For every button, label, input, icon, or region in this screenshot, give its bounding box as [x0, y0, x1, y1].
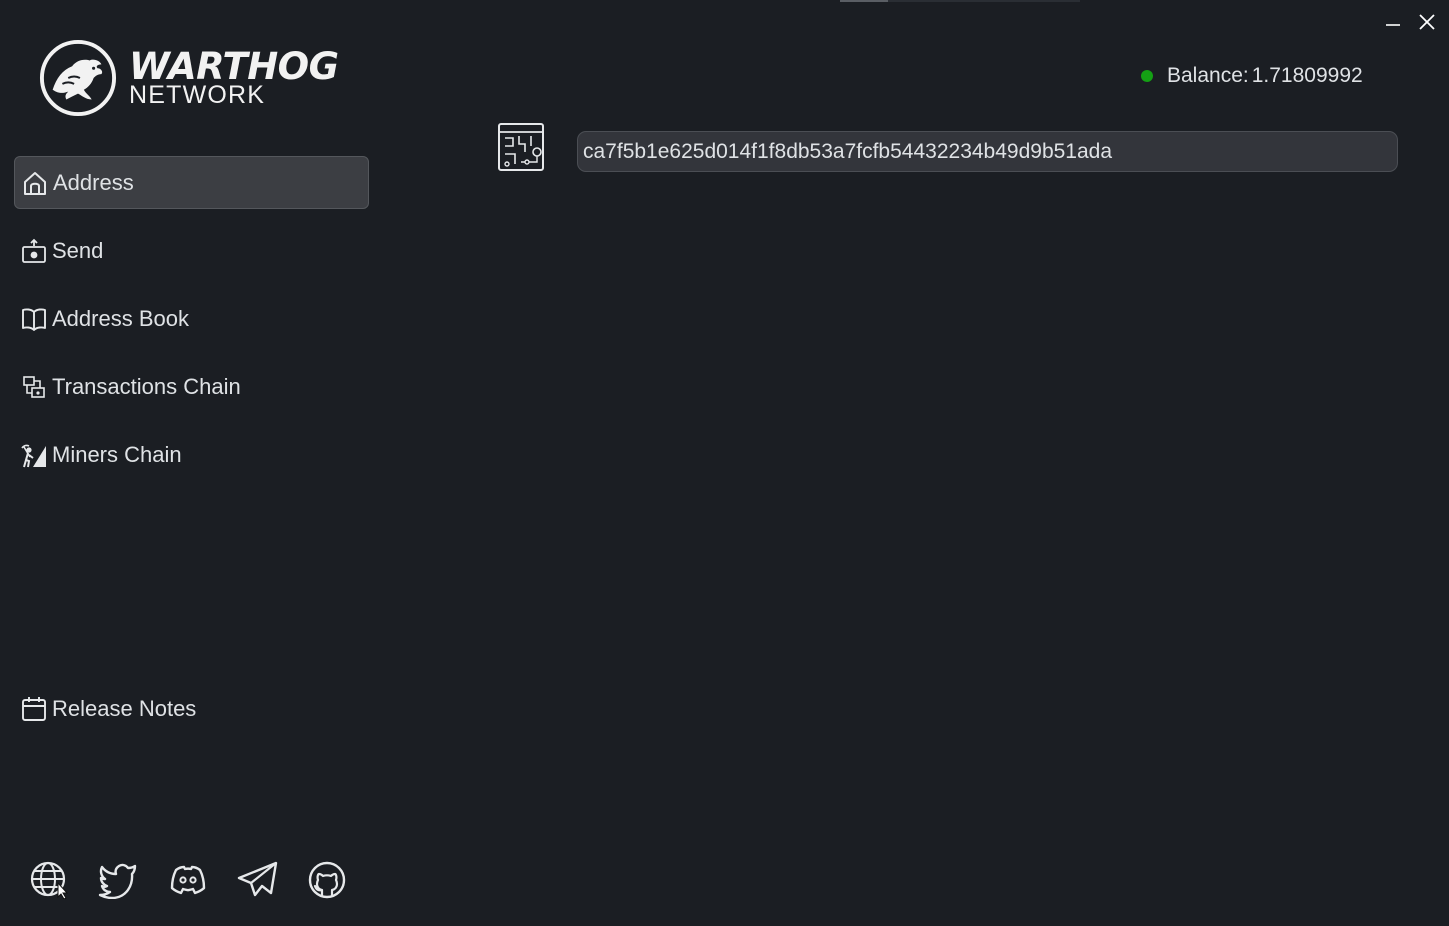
sidebar-item-label: Send: [52, 237, 104, 263]
logo-title: WARTHOG: [129, 45, 339, 88]
sidebar-item-miners-chain[interactable]: Miners Chain: [14, 428, 369, 481]
top-edge-marker: [840, 0, 888, 2]
twitter-icon: [98, 863, 137, 899]
send-money-icon: [21, 238, 47, 264]
warthog-logo-icon: [39, 39, 117, 117]
discord-link[interactable]: [167, 858, 209, 900]
sidebar-item-label: Address Book: [52, 305, 189, 331]
address-value: ca7f5b1e625d014f1f8db53a7fcfb54432234b49…: [583, 139, 1113, 163]
transactions-chain-icon: [21, 374, 47, 400]
close-icon: [1419, 14, 1435, 30]
circuit-chip-icon: [497, 122, 547, 172]
balance-value: 1.71809992: [1251, 64, 1363, 87]
minimize-icon: [1386, 24, 1400, 26]
home-icon: [22, 170, 48, 196]
logo-text: WARTHOG NETWORK: [129, 48, 339, 108]
sidebar-item-label: Transactions Chain: [52, 373, 241, 399]
globe-icon: [30, 861, 69, 899]
sidebar-item-transactions-chain[interactable]: Transactions Chain: [14, 360, 369, 413]
sidebar-item-label: Address: [53, 169, 134, 195]
github-icon: [308, 861, 346, 899]
sidebar-item-label: Release Notes: [52, 695, 197, 721]
balance-display: Balance: 1.71809992: [1141, 64, 1363, 88]
app-window: WARTHOG NETWORK Address Send Address Boo…: [0, 0, 1449, 926]
calendar-icon: [21, 696, 47, 722]
telegram-link[interactable]: [237, 858, 279, 900]
sidebar-item-label: Miners Chain: [52, 441, 182, 467]
miner-icon: [21, 442, 47, 468]
address-field[interactable]: ca7f5b1e625d014f1f8db53a7fcfb54432234b49…: [577, 131, 1398, 172]
warthog-logo: WARTHOG NETWORK: [39, 38, 339, 118]
minimize-button[interactable]: [1379, 8, 1407, 36]
website-link[interactable]: [28, 858, 70, 900]
telegram-icon: [237, 861, 278, 897]
github-link[interactable]: [306, 858, 348, 900]
discord-icon: [170, 865, 206, 895]
connection-status-dot: [1141, 70, 1153, 82]
balance-label: Balance:: [1167, 64, 1249, 87]
close-button[interactable]: [1413, 8, 1441, 36]
twitter-link[interactable]: [97, 858, 139, 900]
book-icon: [21, 306, 47, 332]
sidebar-item-address-book[interactable]: Address Book: [14, 292, 369, 345]
sidebar-item-release-notes[interactable]: Release Notes: [14, 682, 369, 735]
sidebar-item-address[interactable]: Address: [14, 156, 369, 209]
sidebar-item-send[interactable]: Send: [14, 224, 369, 277]
